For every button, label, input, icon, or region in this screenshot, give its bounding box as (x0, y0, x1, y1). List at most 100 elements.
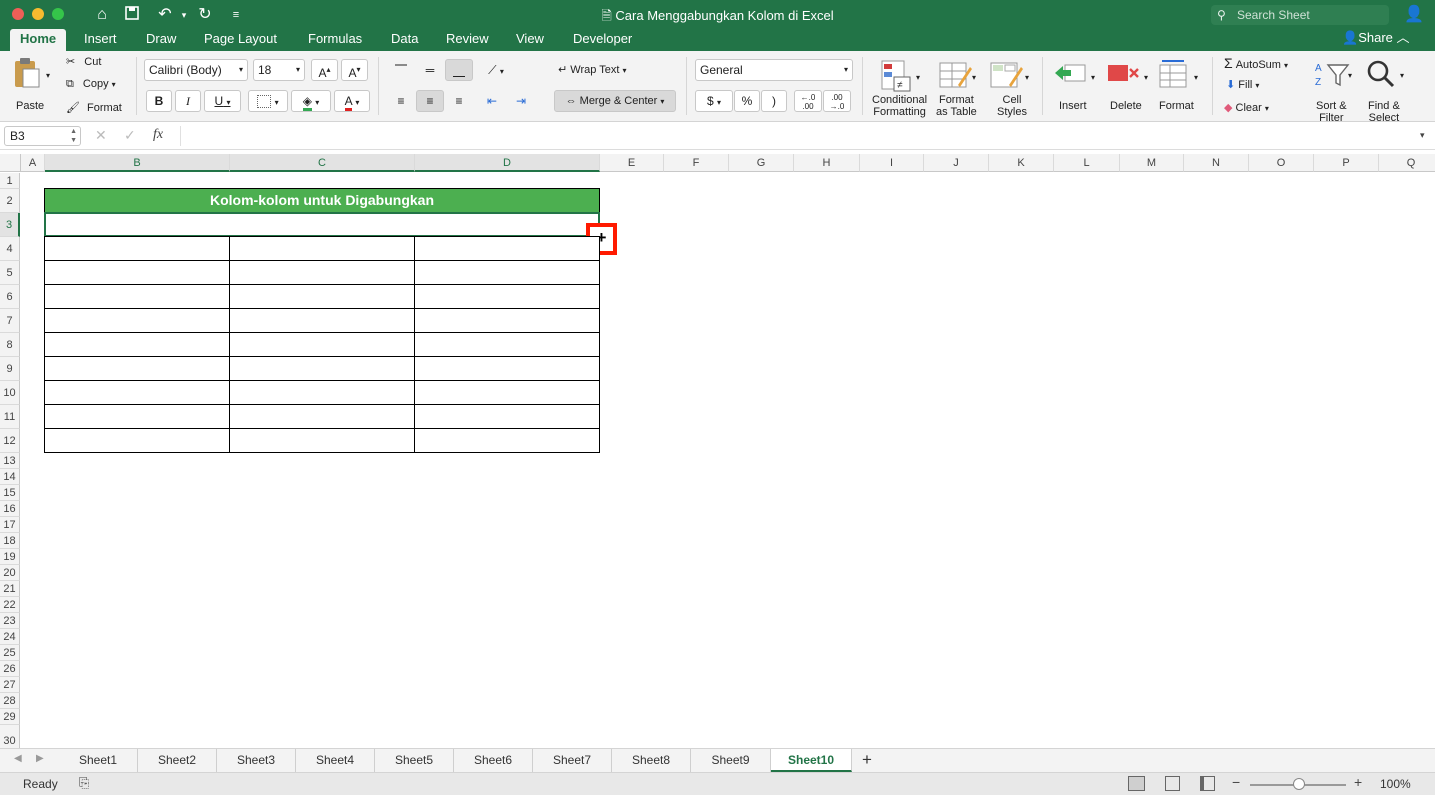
table-cell[interactable] (414, 284, 600, 309)
previous-sheet-icon[interactable]: ◀ (14, 753, 22, 764)
column-header-n[interactable]: N (1184, 154, 1249, 172)
account-icon[interactable]: 👤 (1404, 5, 1424, 25)
align-left-button[interactable]: ≡ (387, 90, 415, 112)
table-cell[interactable] (44, 260, 230, 285)
row-header-19[interactable]: 19 (0, 549, 20, 565)
decrease-indent-button[interactable]: ⇤ (478, 90, 506, 112)
ribbon-tab-home[interactable]: Home (10, 29, 67, 51)
fill-color-button[interactable]: ◈ ▾ (291, 90, 331, 112)
sheet-tab-sheet3[interactable]: Sheet3 (217, 749, 296, 772)
row-header-30[interactable]: 30 (0, 725, 20, 748)
column-header-q[interactable]: Q (1379, 154, 1435, 172)
increase-decimal-button[interactable]: ←.0.00 (794, 90, 822, 112)
format-cells-button[interactable]: ▾ Format (1156, 57, 1204, 117)
ribbon-tab-developer[interactable]: Developer (573, 29, 632, 51)
row-header-28[interactable]: 28 (0, 693, 20, 709)
table-cell[interactable] (414, 404, 600, 429)
undo-dropdown-icon[interactable]: ▾ (174, 5, 194, 25)
percent-button[interactable]: % (734, 90, 760, 112)
page-break-view-icon[interactable] (1200, 776, 1215, 791)
column-header-k[interactable]: K (989, 154, 1054, 172)
table-cell[interactable] (229, 332, 415, 357)
table-cell[interactable] (229, 284, 415, 309)
column-header-m[interactable]: M (1120, 154, 1184, 172)
row-header-12[interactable]: 12 (0, 429, 20, 453)
find-select-button[interactable]: ▾ Find & Select (1364, 57, 1408, 124)
row-header-20[interactable]: 20 (0, 565, 20, 581)
column-header-h[interactable]: H (794, 154, 860, 172)
row-header-25[interactable]: 25 (0, 645, 20, 661)
clear-button[interactable]: ◆ Clear ▾ (1224, 101, 1269, 117)
table-cell[interactable] (44, 428, 230, 453)
table-cell[interactable] (44, 284, 230, 309)
format-as-table-button[interactable]: ▾ Format as Table (934, 57, 984, 118)
sheet-tab-sheet2[interactable]: Sheet2 (138, 749, 217, 772)
paste-button[interactable]: ▾ Paste (10, 57, 52, 115)
table-cell[interactable] (414, 260, 600, 285)
table-cell[interactable] (44, 356, 230, 381)
row-header-26[interactable]: 26 (0, 661, 20, 677)
zoom-in-button[interactable]: + (1354, 774, 1362, 790)
zoom-window-button[interactable] (52, 8, 64, 20)
row-header-5[interactable]: 5 (0, 261, 20, 285)
column-header-b[interactable]: B (45, 154, 230, 172)
home-icon[interactable]: ⌂ (92, 5, 112, 25)
font-size-select[interactable]: 18 ▾ (253, 59, 305, 81)
table-cell[interactable] (229, 260, 415, 285)
bottom-align-button[interactable]: ⎽ (445, 59, 473, 81)
next-sheet-icon[interactable]: ▶ (36, 753, 44, 764)
decrease-font-size-button[interactable]: A▾ (341, 59, 368, 81)
increase-indent-button[interactable]: ⇥ (507, 90, 535, 112)
table-cell[interactable] (229, 236, 415, 261)
column-header-f[interactable]: F (664, 154, 729, 172)
table-cell[interactable] (229, 380, 415, 405)
sheet-tab-sheet8[interactable]: Sheet8 (612, 749, 691, 772)
column-header-e[interactable]: E (600, 154, 664, 172)
column-header-i[interactable]: I (860, 154, 924, 172)
column-header-p[interactable]: P (1314, 154, 1379, 172)
table-cell[interactable] (414, 356, 600, 381)
underline-button[interactable]: U ▾ (204, 90, 241, 112)
undo-icon[interactable]: ↶ (155, 5, 175, 25)
search-sheet-input[interactable]: ⚲ Search Sheet (1211, 5, 1389, 25)
row-header-15[interactable]: 15 (0, 485, 20, 501)
add-sheet-button[interactable]: + (862, 750, 872, 770)
sheet-tab-sheet7[interactable]: Sheet7 (533, 749, 612, 772)
redo-icon[interactable]: ↻ (195, 5, 215, 25)
row-header-18[interactable]: 18 (0, 533, 20, 549)
insert-function-icon[interactable]: fx (153, 125, 163, 145)
conditional-formatting-button[interactable]: ≠ ▾ Conditional Formatting (870, 57, 932, 118)
row-header-2[interactable]: 2 (0, 189, 20, 213)
minimize-window-button[interactable] (32, 8, 44, 20)
table-cell[interactable] (229, 428, 415, 453)
row-header-6[interactable]: 6 (0, 285, 20, 309)
comma-style-button[interactable]: ) (761, 90, 787, 112)
select-all-corner[interactable] (0, 154, 21, 172)
cell-styles-button[interactable]: ▾ Cell Styles (987, 57, 1035, 118)
top-align-button[interactable]: ⎺ (387, 59, 415, 81)
row-header-27[interactable]: 27 (0, 677, 20, 693)
cut-button[interactable]: ✂ Cut (66, 55, 101, 71)
row-header-8[interactable]: 8 (0, 333, 20, 357)
formula-input[interactable] (180, 126, 1420, 146)
row-header-1[interactable]: 1 (0, 173, 20, 189)
orientation-button[interactable]: ⟋ ▾ (478, 59, 514, 81)
sheet-tab-sheet9[interactable]: Sheet9 (691, 749, 771, 772)
share-button[interactable]: 👤Share ︿ (1342, 29, 1410, 51)
row-header-10[interactable]: 10 (0, 381, 20, 405)
normal-view-icon[interactable] (1128, 776, 1145, 791)
cancel-entry-icon[interactable]: ✕ (95, 125, 107, 145)
fill-button[interactable]: ⬇ Fill ▾ (1226, 78, 1259, 94)
italic-button[interactable]: I (175, 90, 201, 112)
close-window-button[interactable] (12, 8, 24, 20)
row-header-7[interactable]: 7 (0, 309, 20, 333)
delete-cells-button[interactable]: ▾ Delete (1104, 57, 1152, 117)
wrap-text-button[interactable]: ↵ Wrap Text ▾ (558, 63, 626, 76)
ribbon-tab-draw[interactable]: Draw (146, 29, 176, 51)
selected-cell-range[interactable] (44, 212, 600, 237)
font-color-button[interactable]: A ▾ (334, 90, 370, 112)
font-name-select[interactable]: Calibri (Body) ▾ (144, 59, 248, 81)
zoom-out-button[interactable]: − (1232, 774, 1240, 790)
row-header-16[interactable]: 16 (0, 501, 20, 517)
column-header-a[interactable]: A (21, 154, 45, 172)
